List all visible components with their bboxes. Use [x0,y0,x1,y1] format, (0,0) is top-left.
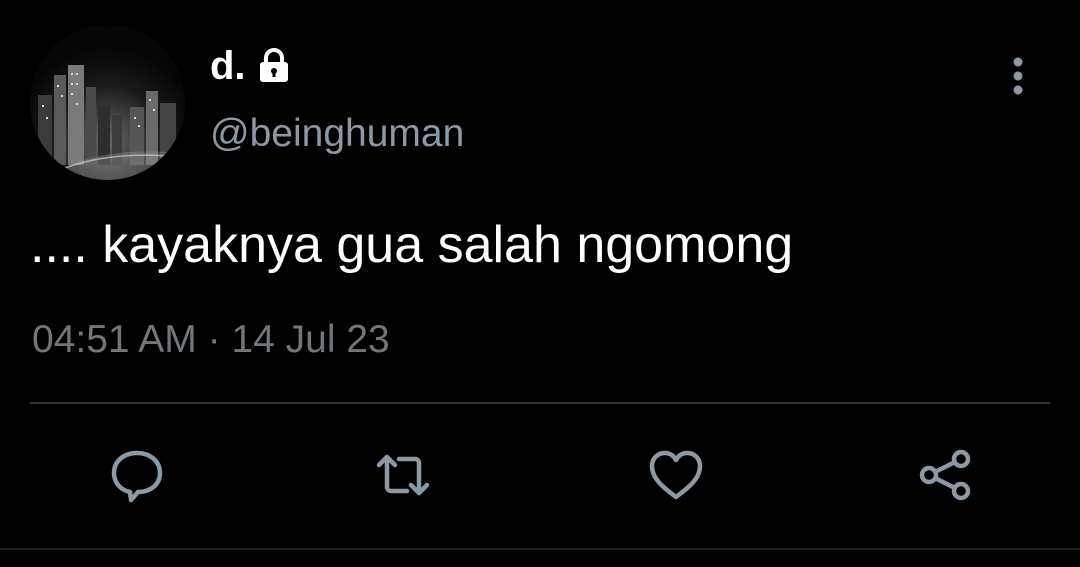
reply-icon [111,450,163,503]
avatar-city-image [30,25,185,180]
lock-icon [254,46,294,86]
more-options-button[interactable] [1000,54,1036,98]
share-button[interactable] [910,440,980,510]
share-icon [919,449,971,501]
tweet-timestamp[interactable]: 04:51 AM · 14 Jul 23 [32,318,390,362]
more-vertical-icon [1013,57,1023,95]
tweet-text: .... kayaknya gua salah ngomong [30,216,794,274]
action-bar [0,440,1080,510]
user-handle[interactable]: @beinghuman [210,112,464,156]
like-button[interactable] [641,440,711,510]
display-name[interactable]: d. [210,44,246,89]
reply-button[interactable] [102,440,172,510]
tweet-detail: d. @beinghuman .... kayaknya gua salah n… [0,0,1080,567]
divider [30,402,1050,404]
heart-icon [649,450,703,500]
retweet-icon [376,454,430,496]
author-name-row: d. [210,44,294,88]
avatar[interactable] [30,25,185,180]
retweet-button[interactable] [368,440,438,510]
bottom-divider [0,548,1080,550]
